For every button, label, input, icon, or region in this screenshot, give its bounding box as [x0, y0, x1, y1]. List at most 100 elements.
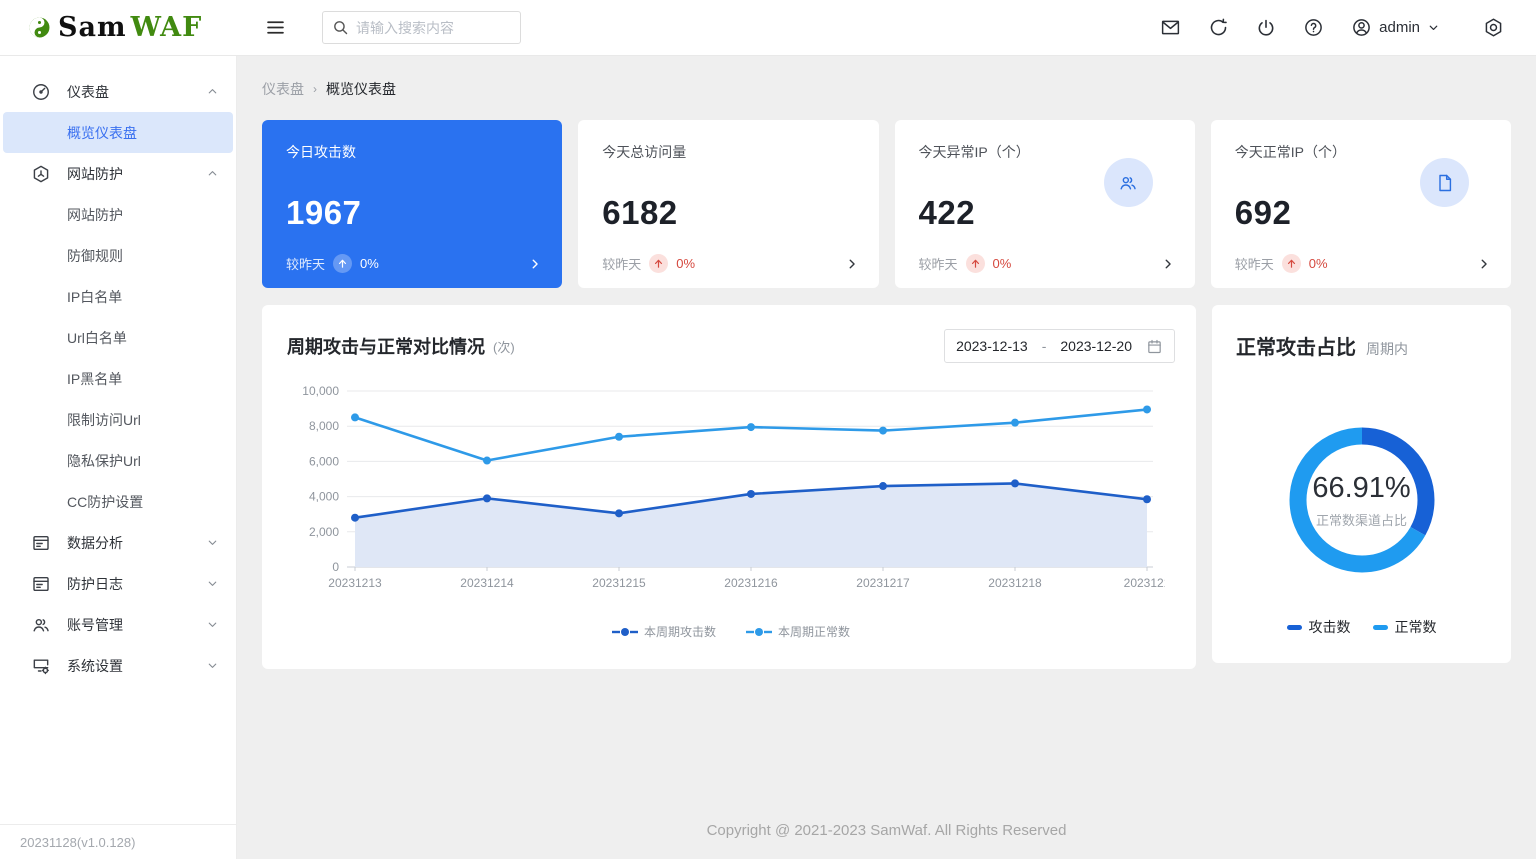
stat-card-3[interactable]: 今天异常IP（个）422较昨天0%: [895, 120, 1195, 288]
sidebar-subitem-限制访问Url[interactable]: 限制访问Url: [3, 399, 233, 440]
sidebar-item-账号管理[interactable]: 账号管理: [3, 604, 233, 645]
sidebar-subitem-Url白名单[interactable]: Url白名单: [3, 317, 233, 358]
logo-text: SamWAF: [58, 12, 202, 43]
date-end: 2023-12-20: [1060, 338, 1132, 354]
svg-text:20231213: 20231213: [328, 576, 382, 590]
breadcrumb-separator: ›: [313, 82, 317, 96]
monitor-gear-icon: [31, 656, 51, 676]
yinyang-logo-icon: [28, 16, 51, 39]
chevron-right-icon[interactable]: [1477, 257, 1491, 271]
svg-text:20231215: 20231215: [592, 576, 646, 590]
date-range-picker[interactable]: 2023-12-13 - 2023-12-20: [944, 329, 1175, 363]
svg-text:10,000: 10,000: [302, 384, 339, 398]
search-input[interactable]: [356, 20, 496, 36]
donut-legend-marker: [1373, 625, 1388, 630]
app-logo: SamWAF: [0, 12, 237, 43]
sidebar-nav: 仪表盘概览仪表盘网站防护网站防护防御规则IP白名单Url白名单IP黑名单限制访问…: [0, 56, 236, 824]
charts-row: 周期攻击与正常对比情况 (次) 2023-12-13 - 2023-12-20 …: [262, 305, 1511, 669]
legend-label: 本周期攻击数: [644, 623, 716, 640]
users-icon: [1104, 158, 1153, 207]
compare-label: 较昨天: [919, 254, 958, 273]
stat-card-1[interactable]: 今日攻击数1967较昨天0%: [262, 120, 562, 288]
donut-legend-marker: [1287, 625, 1302, 630]
breadcrumb-root[interactable]: 仪表盘: [262, 79, 304, 99]
sidebar-subitem-防御规则[interactable]: 防御规则: [3, 235, 233, 276]
sidebar-item-label: 数据分析: [67, 533, 206, 553]
sidebar-subitem-概览仪表盘[interactable]: 概览仪表盘: [3, 112, 233, 153]
power-icon[interactable]: [1256, 18, 1276, 38]
donut-legend-label: 攻击数: [1309, 617, 1351, 637]
stat-card-2[interactable]: 今天总访问量6182较昨天0%: [578, 120, 878, 288]
sidebar-subitem-label: Url白名单: [67, 328, 219, 348]
arrow-up-icon: [1282, 254, 1301, 273]
sidebar-item-系统设置[interactable]: 系统设置: [3, 645, 233, 686]
calendar-icon: [1146, 338, 1163, 355]
sidebar-subitem-IP黑名单[interactable]: IP黑名单: [3, 358, 233, 399]
line-chart-card: 周期攻击与正常对比情况 (次) 2023-12-13 - 2023-12-20 …: [262, 305, 1196, 669]
sidebar-subitem-网站防护[interactable]: 网站防护: [3, 194, 233, 235]
help-icon[interactable]: [1303, 17, 1324, 38]
users-icon: [31, 615, 51, 635]
donut-legend: 攻击数 正常数: [1236, 617, 1487, 637]
stat-card-value: 1967: [286, 194, 538, 232]
refresh-icon[interactable]: [1208, 17, 1229, 38]
change-percent: 0%: [1309, 256, 1328, 271]
donut-legend-item-攻击数[interactable]: 攻击数: [1287, 617, 1351, 637]
chevron-right-icon[interactable]: [528, 257, 542, 271]
legend-label: 本周期正常数: [778, 623, 850, 640]
mail-icon[interactable]: [1160, 17, 1181, 38]
change-percent: 0%: [993, 256, 1012, 271]
compare-label: 较昨天: [602, 254, 641, 273]
change-percent: 0%: [360, 256, 379, 271]
legend-item-本周期正常数[interactable]: 本周期正常数: [746, 623, 850, 640]
user-menu[interactable]: admin: [1351, 17, 1440, 38]
menu-toggle-icon[interactable]: [265, 17, 286, 38]
stat-card-footer: 较昨天0%: [286, 254, 542, 273]
line-chart-plot: 02,0004,0006,0008,00010,0002023121320231…: [287, 377, 1175, 614]
stat-card-footer: 较昨天 0%: [919, 254, 1175, 273]
chevron-down-icon: [206, 618, 219, 631]
line-chart-header: 周期攻击与正常对比情况 (次) 2023-12-13 - 2023-12-20: [287, 329, 1175, 363]
chevron-down-icon: [206, 659, 219, 672]
chevron-right-icon[interactable]: [845, 257, 859, 271]
sidebar-subitem-CC防护设置[interactable]: CC防护设置: [3, 481, 233, 522]
stat-card-value: 6182: [602, 194, 854, 232]
sidebar-item-仪表盘[interactable]: 仪表盘: [3, 71, 233, 112]
chevron-down-icon: [1427, 21, 1440, 34]
chevron-down-icon: [206, 536, 219, 549]
donut-subtitle: 周期内: [1366, 339, 1408, 359]
donut-title: 正常攻击占比: [1236, 331, 1356, 360]
sidebar-item-网站防护[interactable]: 网站防护: [3, 153, 233, 194]
main-content: 仪表盘 › 概览仪表盘 今日攻击数1967较昨天0%今天总访问量6182较昨天0…: [237, 56, 1536, 859]
sidebar-item-数据分析[interactable]: 数据分析: [3, 522, 233, 563]
legend-marker: [612, 627, 638, 637]
breadcrumb-current: 概览仪表盘: [326, 79, 396, 99]
sidebar-subitem-IP白名单[interactable]: IP白名单: [3, 276, 233, 317]
legend-item-本周期攻击数[interactable]: 本周期攻击数: [612, 623, 716, 640]
donut-header: 正常攻击占比 周期内: [1236, 331, 1487, 360]
stat-card-4[interactable]: 今天正常IP（个）692较昨天0%: [1211, 120, 1511, 288]
user-avatar-icon: [1351, 17, 1372, 38]
svg-text:20231214: 20231214: [460, 576, 514, 590]
sidebar-item-label: 账号管理: [67, 615, 206, 635]
svg-text:4,000: 4,000: [309, 490, 339, 504]
svg-text:8,000: 8,000: [309, 419, 339, 433]
username-label: admin: [1379, 19, 1420, 36]
panel-lines-icon: [31, 533, 51, 553]
sidebar-subitem-label: CC防护设置: [67, 492, 219, 512]
sidebar-subitem-label: 防御规则: [67, 246, 219, 266]
donut-legend-item-正常数[interactable]: 正常数: [1373, 617, 1437, 637]
sidebar-subitem-隐私保护Url[interactable]: 隐私保护Url: [3, 440, 233, 481]
arrow-up-icon: [966, 254, 985, 273]
svg-text:6,000: 6,000: [309, 454, 339, 468]
sidebar-item-防护日志[interactable]: 防护日志: [3, 563, 233, 604]
sidebar-subitem-label: 隐私保护Url: [67, 451, 219, 471]
chevron-right-icon[interactable]: [1161, 257, 1175, 271]
arrow-up-icon: [333, 254, 352, 273]
date-separator: -: [1042, 338, 1047, 354]
change-percent: 0%: [676, 256, 695, 271]
chevron-down-icon: [206, 577, 219, 590]
settings-gear-icon[interactable]: [1483, 17, 1504, 38]
legend-marker: [746, 627, 772, 637]
sidebar-item-label: 系统设置: [67, 656, 206, 676]
